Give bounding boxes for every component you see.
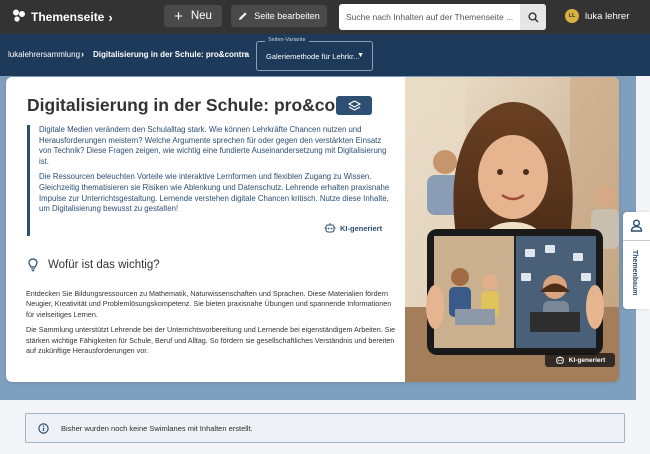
lightbulb-icon: [28, 258, 38, 272]
user-name: luka lehrer: [585, 10, 630, 22]
new-button[interactable]: + Neu: [164, 5, 222, 27]
brand-link[interactable]: Themenseite ›: [12, 9, 113, 25]
chevron-right-icon: ›: [108, 9, 113, 25]
intro-paragraph: Digitale Medien verändern den Schulallta…: [39, 125, 387, 166]
robot-icon: [556, 356, 564, 364]
brand-label: Themenseite: [31, 10, 105, 24]
breadcrumb-collection[interactable]: lukalehrersammlung: [8, 50, 80, 59]
variant-value: Galeriemethode für Lehrkr...: [266, 52, 360, 61]
hero-card: Digitalisierung in der Schule: pro&contr…: [6, 77, 619, 382]
intro-paragraph: Die Ressourcen beleuchten Vorteile wie i…: [39, 172, 390, 214]
layers-icon: [347, 99, 361, 111]
logo-icon: [12, 9, 26, 25]
why-heading: Wofür ist das wichtig?: [28, 258, 160, 272]
image-ai-generated-label: KI-generiert: [568, 356, 606, 364]
intro-quote: Digitale Medien verändern den Schulallta…: [27, 125, 397, 236]
hero-image: [405, 77, 619, 382]
why-title: Wofür ist das wichtig?: [48, 259, 160, 271]
search-input[interactable]: [339, 4, 520, 30]
edit-page-button[interactable]: Seite bearbeiten: [231, 5, 327, 27]
page-title: Digitalisierung in der Schule: pro&contr…: [27, 95, 369, 115]
topic-tree-label: Themenbaum: [631, 250, 638, 296]
search-box: [339, 4, 546, 30]
user-icon[interactable]: [629, 218, 644, 238]
robot-icon: [324, 223, 336, 233]
pencil-icon: [239, 12, 247, 20]
user-menu[interactable]: LL luka lehrer: [565, 9, 629, 23]
search-icon: [527, 11, 539, 23]
why-description: Entdecken Sie Bildungsressourcen zu Math…: [26, 289, 401, 361]
image-ai-generated-badge: KI-generiert: [545, 353, 615, 367]
why-paragraph: Entdecken Sie Bildungsressourcen zu Math…: [26, 289, 392, 319]
info-text: Bisher wurden noch keine Swimlanes mit I…: [61, 423, 253, 433]
why-paragraph: Die Sammlung unterstützt Lehrende bei de…: [26, 325, 396, 356]
chevron-right-icon: ›: [81, 49, 84, 59]
search-button[interactable]: [520, 4, 546, 30]
plus-icon: +: [174, 7, 183, 25]
new-button-label: Neu: [190, 10, 212, 22]
info-icon: [38, 422, 49, 434]
chevron-right-icon: ›: [244, 49, 247, 59]
divider: [623, 240, 650, 241]
topic-tree-tab[interactable]: Themenbaum: [623, 212, 650, 309]
avatar: LL: [565, 9, 579, 23]
ai-generated-badge: KI-generiert: [324, 223, 382, 233]
ai-generated-label: KI-generiert: [340, 223, 383, 233]
caret-down-icon: ▼: [357, 52, 364, 59]
breadcrumb-current[interactable]: Digitalisierung in der Schule: pro&contr…: [93, 50, 249, 59]
edit-page-label: Seite bearbeiten: [254, 11, 320, 21]
variant-select[interactable]: Seiten-Variante Galeriemethode für Lehrk…: [256, 37, 373, 71]
info-message: Bisher wurden noch keine Swimlanes mit I…: [25, 413, 625, 443]
layers-button[interactable]: [336, 96, 372, 115]
variant-label: Seiten-Variante: [265, 37, 309, 43]
